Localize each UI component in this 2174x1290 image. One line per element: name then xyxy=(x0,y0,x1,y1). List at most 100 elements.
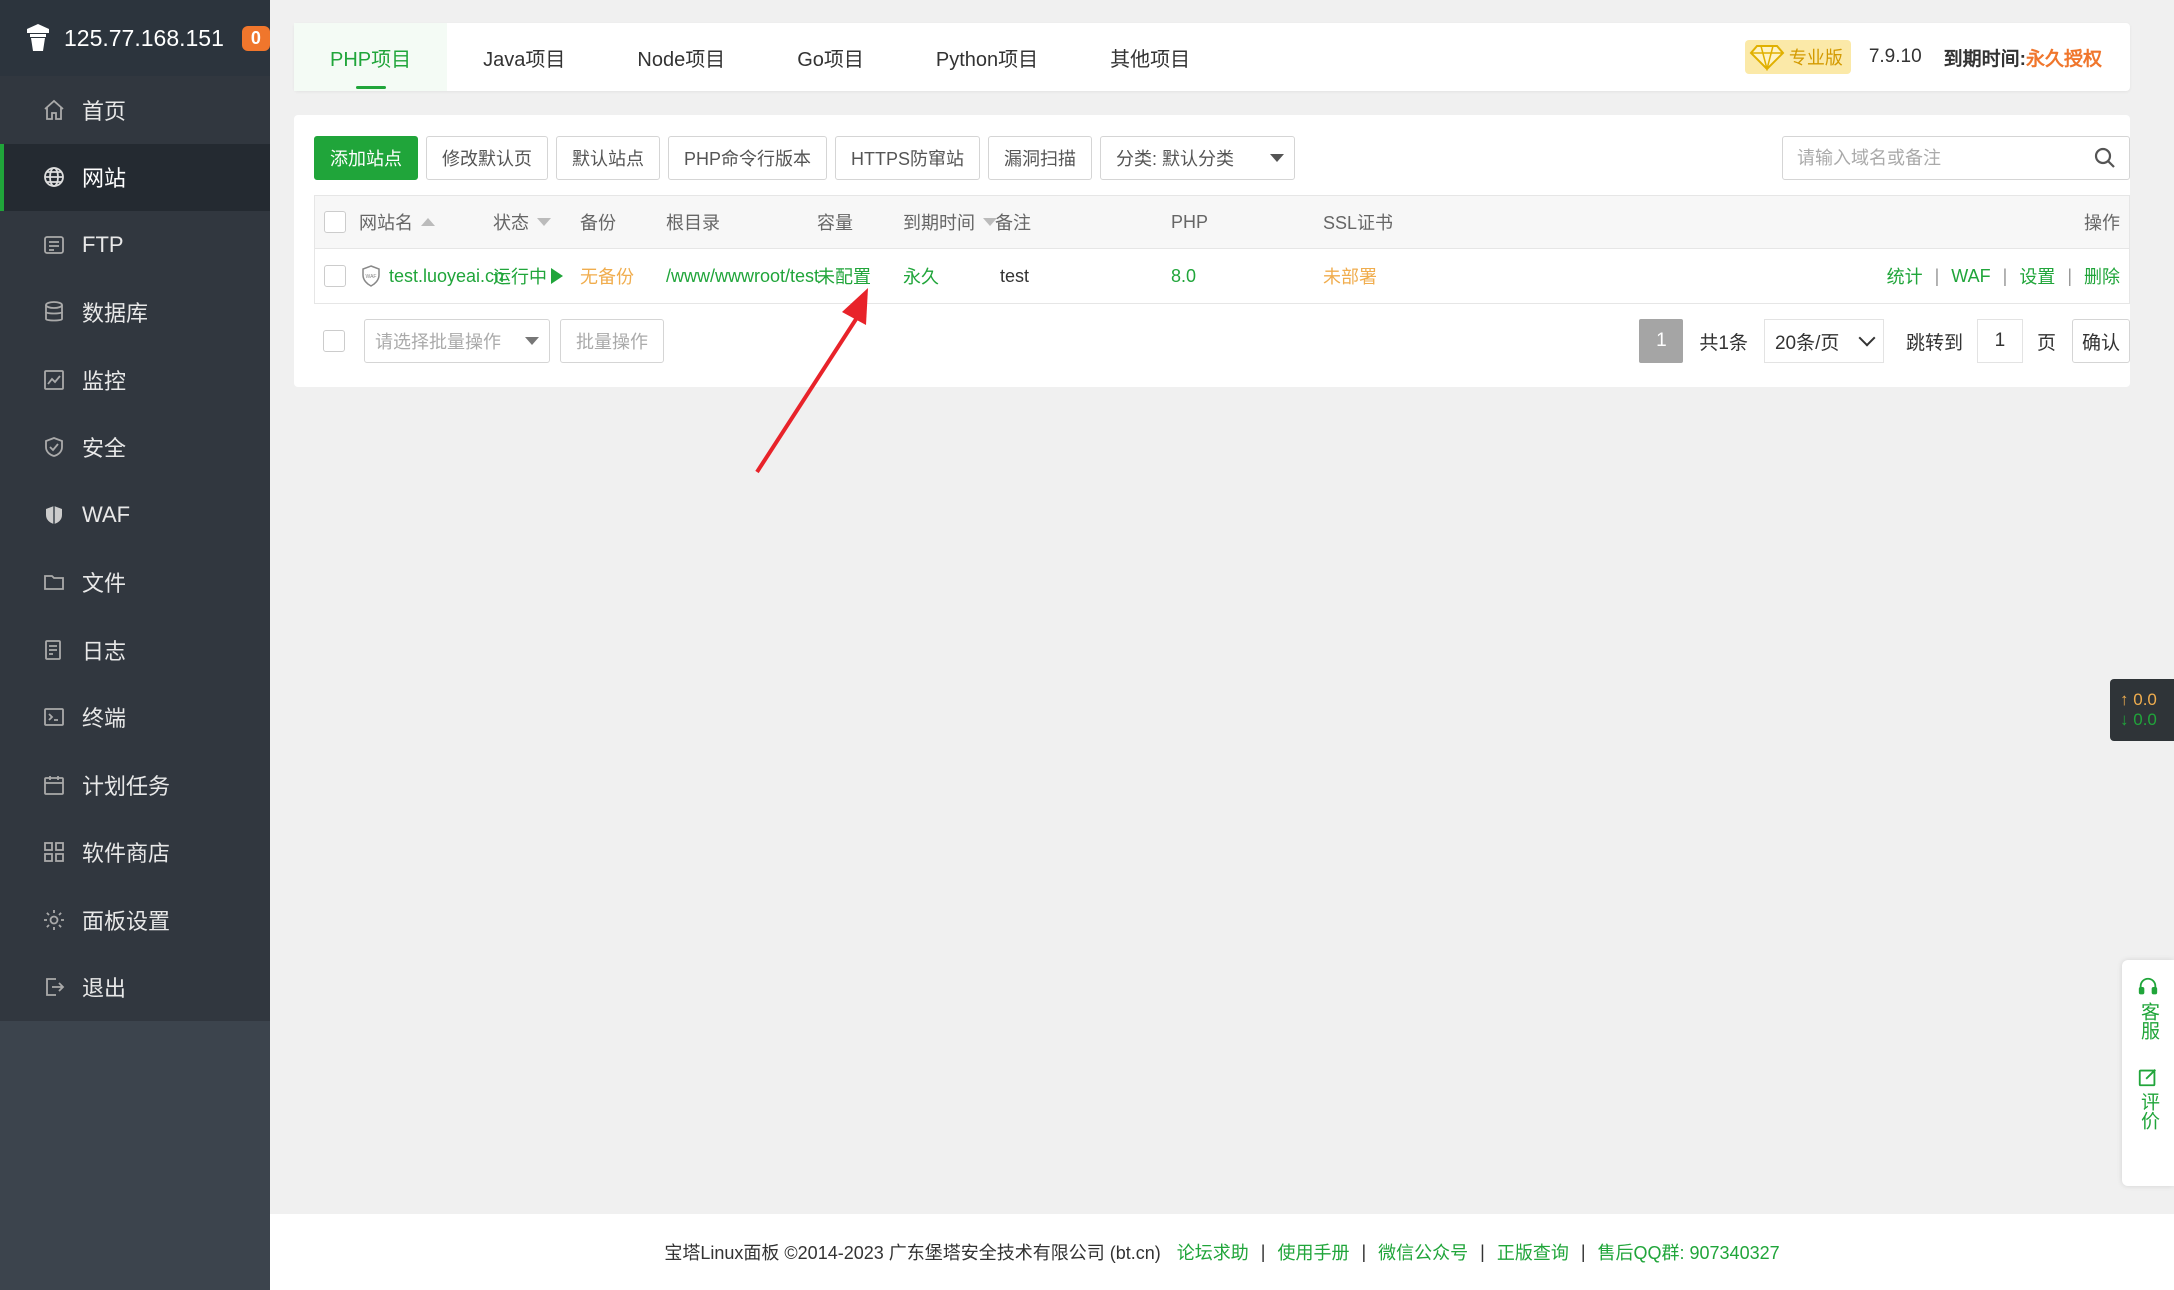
sidebar-item-waf[interactable]: WAF xyxy=(0,481,270,549)
footer-link-manual[interactable]: 使用手册 xyxy=(1277,1239,1349,1265)
tab-python[interactable]: Python项目 xyxy=(900,23,1074,91)
search-icon[interactable] xyxy=(2093,146,2117,170)
bt-logo-icon xyxy=(27,24,49,51)
sidebar-item-terminal[interactable]: 终端 xyxy=(0,684,270,752)
col-site-name-label: 网站名 xyxy=(359,213,413,233)
batch-operation-select[interactable]: 请选择批量操作 xyxy=(364,319,550,363)
edit-default-page-button[interactable]: 修改默认页 xyxy=(426,136,548,180)
tab-java[interactable]: Java项目 xyxy=(447,23,601,91)
site-note[interactable]: test xyxy=(1000,249,1029,303)
download-speed-value: 0.0 xyxy=(2133,710,2157,729)
sidebar-item-logs[interactable]: 日志 xyxy=(0,616,270,684)
review-button[interactable]: 评价 xyxy=(2137,1066,2159,1130)
col-capacity: 容量 xyxy=(817,213,853,233)
sort-asc-icon xyxy=(421,218,435,226)
col-expire[interactable]: 到期时间 xyxy=(903,196,997,248)
sidebar-item-monitor[interactable]: 监控 xyxy=(0,346,270,414)
page-size-select[interactable]: 20条/页 xyxy=(1763,319,1884,363)
site-php-version[interactable]: 8.0 xyxy=(1171,249,1196,303)
sidebar-menu: 首页 网站 FTP 数据库 监控 安全 WAF 文件 日志 终端 计划任务 软件… xyxy=(0,76,270,1021)
site-ssl[interactable]: 未部署 xyxy=(1323,249,1377,303)
row-checkbox[interactable] xyxy=(324,265,346,287)
add-site-button[interactable]: 添加站点 xyxy=(314,136,418,180)
sites-table: 网站名 状态 备份 根目录 容量 到期时间 备注 PHP SSL证书 操作 WA… xyxy=(314,195,2130,304)
jump-label: 跳转到 xyxy=(1905,332,1963,354)
expire-value[interactable]: 永久授权 xyxy=(2026,44,2102,71)
edit-icon xyxy=(2138,1069,2156,1087)
category-select[interactable]: 分类: 默认分类 xyxy=(1100,136,1296,180)
select-all-checkbox[interactable] xyxy=(324,211,346,233)
footer-link-qq-group[interactable]: 售后QQ群: 907340327 xyxy=(1598,1239,1780,1265)
network-speed-widget[interactable]: ↑ 0.0 ↓ 0.0 xyxy=(2110,679,2174,741)
floating-service-bar: 客服 评价 xyxy=(2122,960,2174,1186)
sidebar-item-label: 网站 xyxy=(82,166,127,192)
col-backup: 备份 xyxy=(580,213,616,233)
notification-badge[interactable]: 0 xyxy=(241,25,270,51)
default-site-button[interactable]: 默认站点 xyxy=(556,136,660,180)
op-waf-link[interactable]: WAF xyxy=(1951,266,1990,287)
batch-operation-placeholder: 请选择批量操作 xyxy=(375,332,501,352)
footer-separator: | xyxy=(1260,1241,1266,1262)
sidebar-item-label: 日志 xyxy=(82,638,127,664)
site-name-link[interactable]: test.luoyeai.cn xyxy=(389,266,504,287)
jump-page-input[interactable]: 1 xyxy=(1976,319,2023,363)
col-site-name[interactable]: 网站名 xyxy=(359,196,435,248)
project-tabs-bar: PHP项目 Java项目 Node项目 Go项目 Python项目 其他项目 专… xyxy=(294,23,2130,91)
op-settings-link[interactable]: 设置 xyxy=(2019,263,2055,289)
col-status[interactable]: 状态 xyxy=(493,196,551,248)
version-text: 7.9.10 xyxy=(1868,46,1922,67)
sidebar-item-security[interactable]: 安全 xyxy=(0,414,270,482)
sidebar-item-settings[interactable]: 面板设置 xyxy=(0,886,270,954)
footer-link-forum[interactable]: 论坛求助 xyxy=(1177,1239,1249,1265)
batch-operation-button[interactable]: 批量操作 xyxy=(560,319,664,363)
table-header: 网站名 状态 备份 根目录 容量 到期时间 备注 PHP SSL证书 操作 xyxy=(315,196,2129,249)
jump-confirm-button[interactable]: 确认 xyxy=(2071,319,2130,363)
caret-down-icon xyxy=(1270,154,1285,162)
tab-node[interactable]: Node项目 xyxy=(601,23,761,91)
footer-link-genuine[interactable]: 正版查询 xyxy=(1497,1239,1569,1265)
vuln-scan-button[interactable]: 漏洞扫描 xyxy=(988,136,1093,180)
op-stats-link[interactable]: 统计 xyxy=(1887,263,1923,289)
sidebar-item-database[interactable]: 数据库 xyxy=(0,279,270,347)
sidebar-item-label: FTP xyxy=(82,231,124,257)
sidebar-item-logout[interactable]: 退出 xyxy=(0,954,270,1022)
site-capacity[interactable]: 未配置 xyxy=(817,249,871,303)
footer-separator: | xyxy=(1361,1241,1367,1262)
footer-link-wechat[interactable]: 微信公众号 xyxy=(1378,1239,1468,1265)
customer-service-button[interactable]: 客服 xyxy=(2137,976,2159,1040)
tab-other[interactable]: 其他项目 xyxy=(1074,23,1226,91)
sidebar-item-files[interactable]: 文件 xyxy=(0,549,270,617)
php-cli-version-button[interactable]: PHP命令行版本 xyxy=(668,136,828,180)
sidebar-item-ftp[interactable]: FTP xyxy=(0,211,270,279)
current-page[interactable]: 1 xyxy=(1639,319,1684,363)
tab-php[interactable]: PHP项目 xyxy=(294,23,448,91)
op-separator: | xyxy=(2002,265,2008,286)
https-anti-crawl-button[interactable]: HTTPS防窜站 xyxy=(835,136,981,180)
table-row: WAF test.luoyeai.cn 运行中 无备份 /www/wwwroot… xyxy=(315,249,2129,303)
site-backup[interactable]: 无备份 xyxy=(580,249,634,303)
sidebar-item-cron[interactable]: 计划任务 xyxy=(0,751,270,819)
customer-service-label: 客服 xyxy=(2138,1002,2159,1040)
page-size-value: 20条/页 xyxy=(1774,332,1840,354)
sidebar-item-home[interactable]: 首页 xyxy=(0,76,270,144)
site-expire[interactable]: 永久 xyxy=(903,249,939,303)
play-icon xyxy=(551,268,563,284)
footer-separator: | xyxy=(1580,1241,1586,1262)
pro-edition-badge[interactable]: 专业版 xyxy=(1744,40,1851,74)
site-root-dir[interactable]: /www/wwwroot/test xyxy=(666,249,819,303)
op-delete-link[interactable]: 删除 xyxy=(2084,263,2120,289)
sidebar-item-website[interactable]: 网站 xyxy=(0,143,270,211)
sidebar-item-label: 文件 xyxy=(82,571,127,597)
upload-speed-value: 0.0 xyxy=(2133,690,2157,709)
download-speed: ↓ 0.0 xyxy=(2120,710,2157,729)
batch-select-all-checkbox[interactable] xyxy=(323,330,345,352)
tab-go[interactable]: Go项目 xyxy=(761,23,900,91)
sidebar-item-appstore[interactable]: 软件商店 xyxy=(0,819,270,887)
folder-icon xyxy=(42,570,66,594)
search-input[interactable] xyxy=(1795,146,2093,170)
site-ops: 统计 | WAF | 设置 | 删除 xyxy=(1887,249,2120,303)
site-status[interactable]: 运行中 xyxy=(493,249,563,303)
page-unit: 页 xyxy=(2036,332,2056,354)
sidebar-item-label: 终端 xyxy=(82,706,127,732)
database-icon xyxy=(42,300,66,324)
